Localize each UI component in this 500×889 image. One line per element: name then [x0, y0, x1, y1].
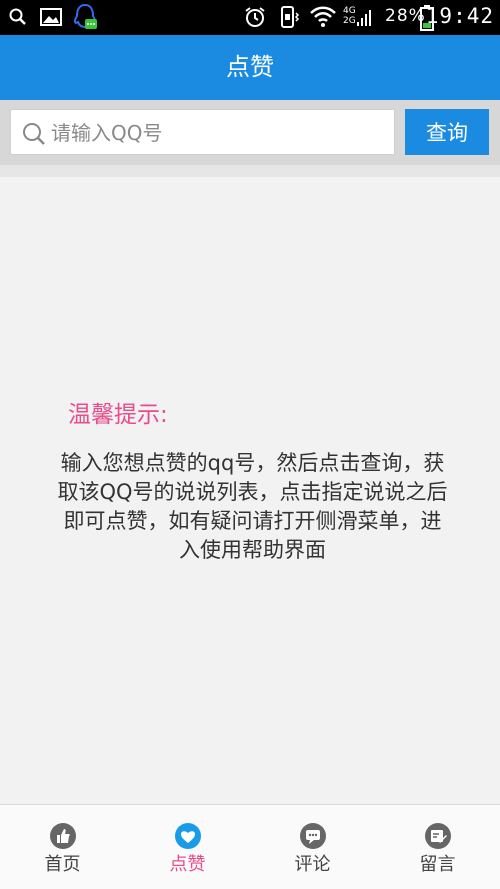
bottom-nav: 首页 点赞 评论 留言: [0, 804, 500, 889]
thumb-icon: [49, 822, 77, 850]
qq-number-input[interactable]: [51, 116, 386, 150]
vibrate-icon: [278, 5, 300, 33]
alarm-icon: [243, 5, 267, 33]
nav-label: 评论: [294, 854, 331, 875]
clock: 19:42: [425, 4, 494, 28]
page-title: 点赞: [226, 53, 274, 81]
comment-icon: [299, 822, 327, 850]
network-type: 4G 2G: [343, 6, 356, 26]
app-bar: 点赞: [0, 35, 500, 100]
nav-label: 点赞: [169, 854, 206, 875]
main-content: 温馨提示: 输入您想点赞的qq号，然后点击查询，获取该QQ号的说说列表，点击指定…: [0, 177, 500, 804]
search-box[interactable]: [10, 109, 395, 155]
nav-item-message[interactable]: 留言: [375, 805, 500, 889]
nav-label: 首页: [44, 854, 81, 875]
search-icon: [21, 121, 47, 151]
message-icon: [424, 822, 452, 850]
divider: [0, 165, 500, 177]
tip-body: 输入您想点赞的qq号，然后点击查询，获取该QQ号的说说列表，点击指定说说之后即可…: [57, 451, 448, 562]
status-bar: 4G 2G 28% 19:42: [0, 0, 500, 35]
tip-title: 温馨提示:: [68, 402, 168, 428]
query-button[interactable]: 查询: [405, 109, 489, 155]
wifi-icon: [309, 6, 337, 32]
search-bar: 查询: [0, 100, 500, 165]
image-icon: [40, 7, 62, 31]
nav-label: 留言: [419, 854, 456, 875]
nav-item-home[interactable]: 首页: [0, 805, 125, 889]
nav-item-like[interactable]: 点赞: [125, 805, 250, 889]
search-icon: [8, 7, 28, 31]
heart-icon: [174, 822, 202, 850]
qq-notification-icon: [72, 3, 98, 37]
nav-item-comment[interactable]: 评论: [250, 805, 375, 889]
signal-icon: [357, 8, 371, 32]
